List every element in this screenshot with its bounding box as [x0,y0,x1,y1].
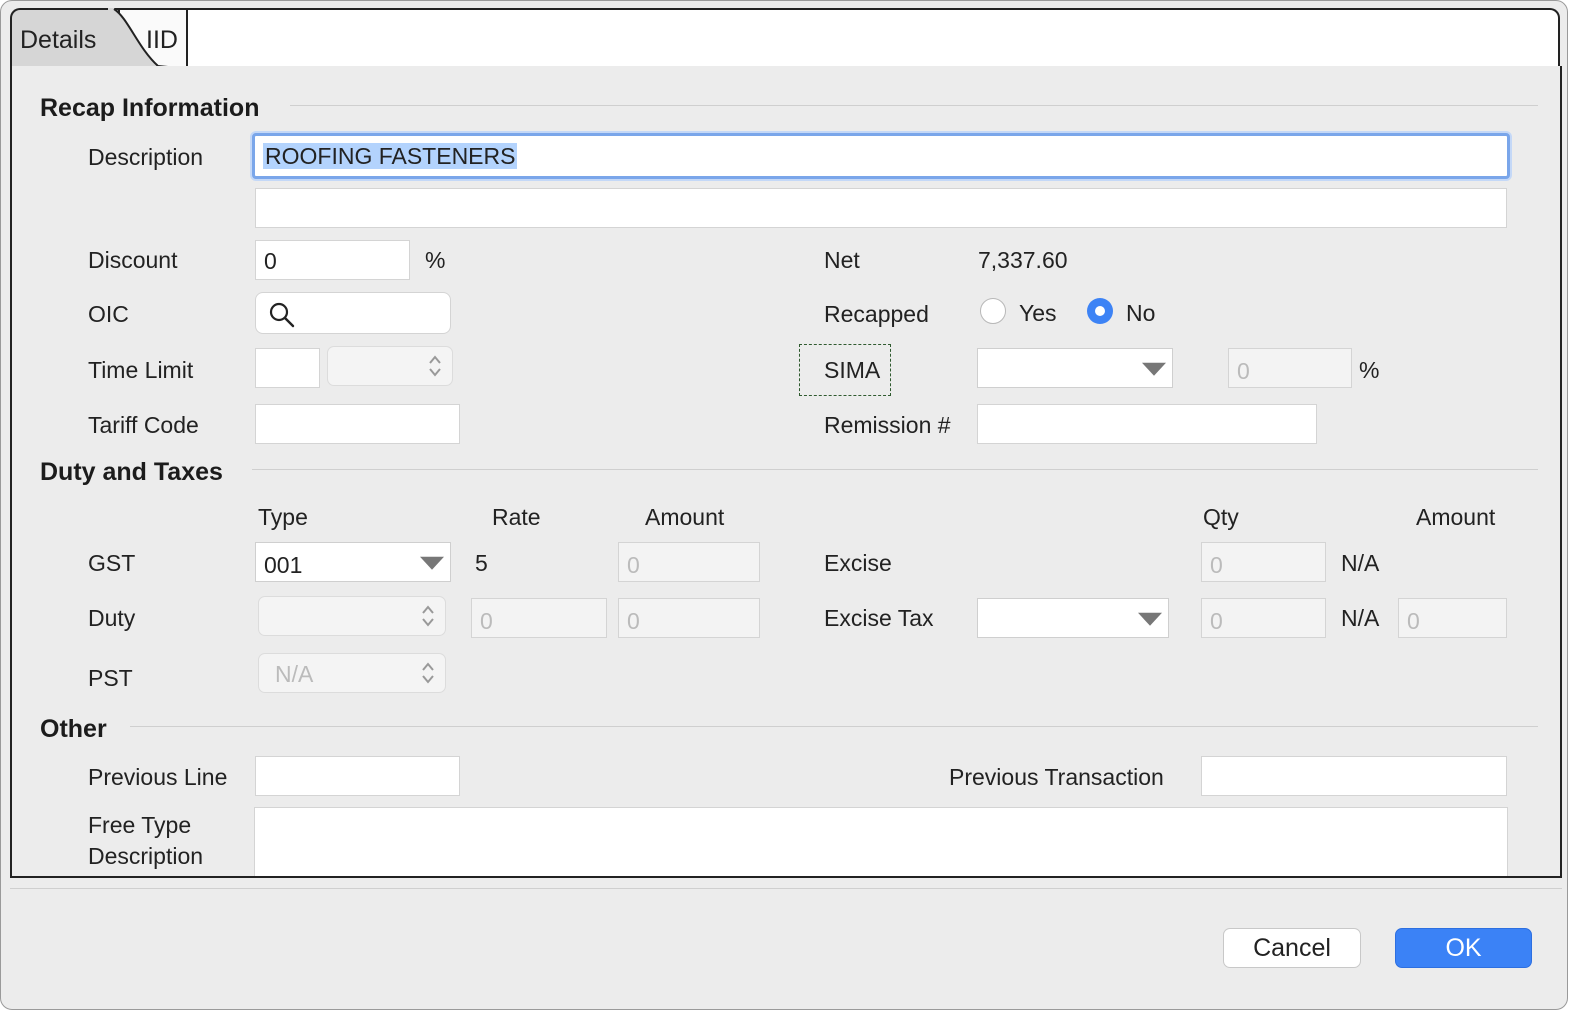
description-input-line2[interactable] [255,188,1507,228]
search-icon [269,302,295,328]
ok-button[interactable]: OK [1395,928,1532,968]
triangle-down-icon [420,556,444,570]
free-type-description-textarea[interactable] [254,807,1508,876]
tariff-code-label: Tariff Code [88,412,199,438]
section-rule [252,469,1538,470]
col-type-header: Type [258,504,308,530]
oic-label: OIC [88,301,129,327]
description-label: Description [88,144,204,170]
duty-rate-input[interactable]: 0 [471,598,607,638]
excise-tax-qty-input[interactable]: 0 [1201,598,1326,638]
description-value: ROOFING FASTENERS [263,143,518,169]
pst-label: PST [88,665,133,691]
pst-stepper[interactable]: N/A [258,653,446,693]
details-panel: Recap Information Description ROOFING FA… [10,66,1562,878]
pst-value: N/A [275,661,314,687]
sima-percent-unit: % [1359,357,1380,383]
sima-dropdown[interactable] [977,348,1173,388]
sima-label: SIMA [824,357,881,383]
section-rule [290,105,1538,106]
gst-rate-value: 5 [475,550,488,576]
excise-tax-amount-input[interactable]: 0 [1398,598,1507,638]
free-type-label-line2: Description [88,843,204,869]
excise-tax-na-text: N/A [1341,605,1380,631]
chevron-updown-icon [422,662,434,684]
tariff-code-input[interactable] [255,404,460,444]
duty-label: Duty [88,605,136,631]
sima-percent-input[interactable]: 0 [1228,348,1352,388]
tab-separator [108,8,168,68]
gst-type-value: 001 [264,552,303,578]
other-section-title: Other [40,715,107,743]
excise-tax-label: Excise Tax [824,605,934,631]
triangle-down-icon [1138,612,1162,626]
remission-input[interactable] [977,404,1317,444]
recapped-label: Recapped [824,301,929,327]
discount-percent-unit: % [425,247,446,273]
tab-bar: Details IID [10,8,1562,68]
discount-input[interactable]: 0 [255,240,410,280]
description-input[interactable]: ROOFING FASTENERS [252,133,1510,179]
previous-line-label: Previous Line [88,764,228,790]
remission-label: Remission # [824,412,951,438]
recapped-no-radio[interactable] [1087,298,1113,324]
duty-amount-input[interactable]: 0 [618,598,760,638]
oic-search-field[interactable] [255,292,451,334]
net-label: Net [824,247,860,273]
time-limit-input[interactable] [255,348,320,388]
excise-label: Excise [824,550,892,576]
recapped-no-label[interactable]: No [1126,300,1155,327]
col-qty-header: Qty [1203,504,1239,530]
previous-transaction-input[interactable] [1201,756,1507,796]
time-limit-unit-stepper[interactable] [327,346,453,386]
gst-type-dropdown[interactable]: 001 [255,542,451,582]
cancel-button[interactable]: Cancel [1223,928,1361,968]
triangle-down-icon [1142,362,1166,376]
excise-na-text: N/A [1341,550,1380,576]
chevron-updown-icon [422,605,434,627]
excise-qty-input[interactable]: 0 [1201,542,1326,582]
duty-type-stepper[interactable] [258,596,446,636]
chevron-updown-icon [429,355,441,377]
section-rule [130,726,1538,727]
discount-label: Discount [88,247,178,273]
recap-section-title: Recap Information [40,94,260,122]
gst-amount-input[interactable]: 0 [618,542,760,582]
net-value: 7,337.60 [978,247,1068,273]
footer-divider [10,888,1562,889]
free-type-label: Free Type [88,812,192,838]
recapped-yes-label[interactable]: Yes [1019,300,1057,327]
col-rate-header: Rate [492,504,541,530]
previous-line-input[interactable] [255,756,460,796]
col-amount2-header: Amount [1416,504,1496,530]
time-limit-label: Time Limit [88,357,194,383]
gst-label: GST [88,550,136,576]
recapped-yes-radio[interactable] [980,298,1006,324]
previous-transaction-label: Previous Transaction [949,764,1164,790]
duty-section-title: Duty and Taxes [40,458,223,486]
col-amount-header: Amount [645,504,725,530]
tab-details[interactable]: Details [10,8,120,68]
excise-tax-dropdown[interactable] [977,598,1169,638]
